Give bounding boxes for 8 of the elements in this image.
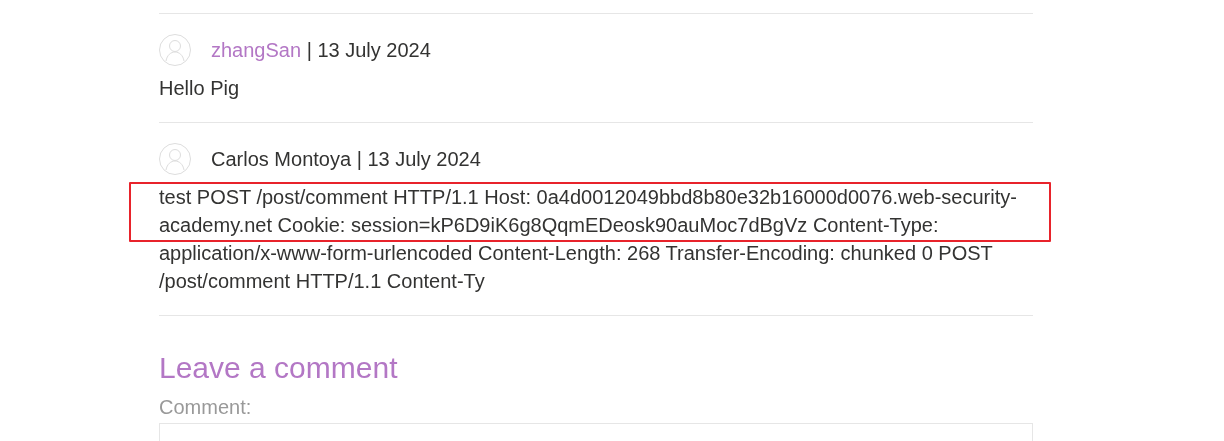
comment-meta: zhangSan | 13 July 2024 <box>211 38 431 62</box>
comment-text: Hello Pig <box>159 77 240 99</box>
section-heading: Leave a comment <box>159 350 399 386</box>
avatar-icon <box>159 34 191 66</box>
field-label: Comment: <box>159 396 252 419</box>
avatar-icon <box>159 143 191 175</box>
comment-meta: Carlos Montoya | 13 July 2024 <box>211 147 481 171</box>
comment-text: test POST /post/comment HTTP/1.1 Host: 0a4d0012049bbd8b80e32b16000d0076.web-security-academy.net Cookie: session=kP6D9iK6g8QqmEDeosk90auMoc7dBgVz Content-Type: application/x-www-form-urlencoded Content-Length: 268 Transfer-Encoding: chunked 0 POST /post/comment HTTP/1.1 Content-Ty <box>159 186 1017 292</box>
